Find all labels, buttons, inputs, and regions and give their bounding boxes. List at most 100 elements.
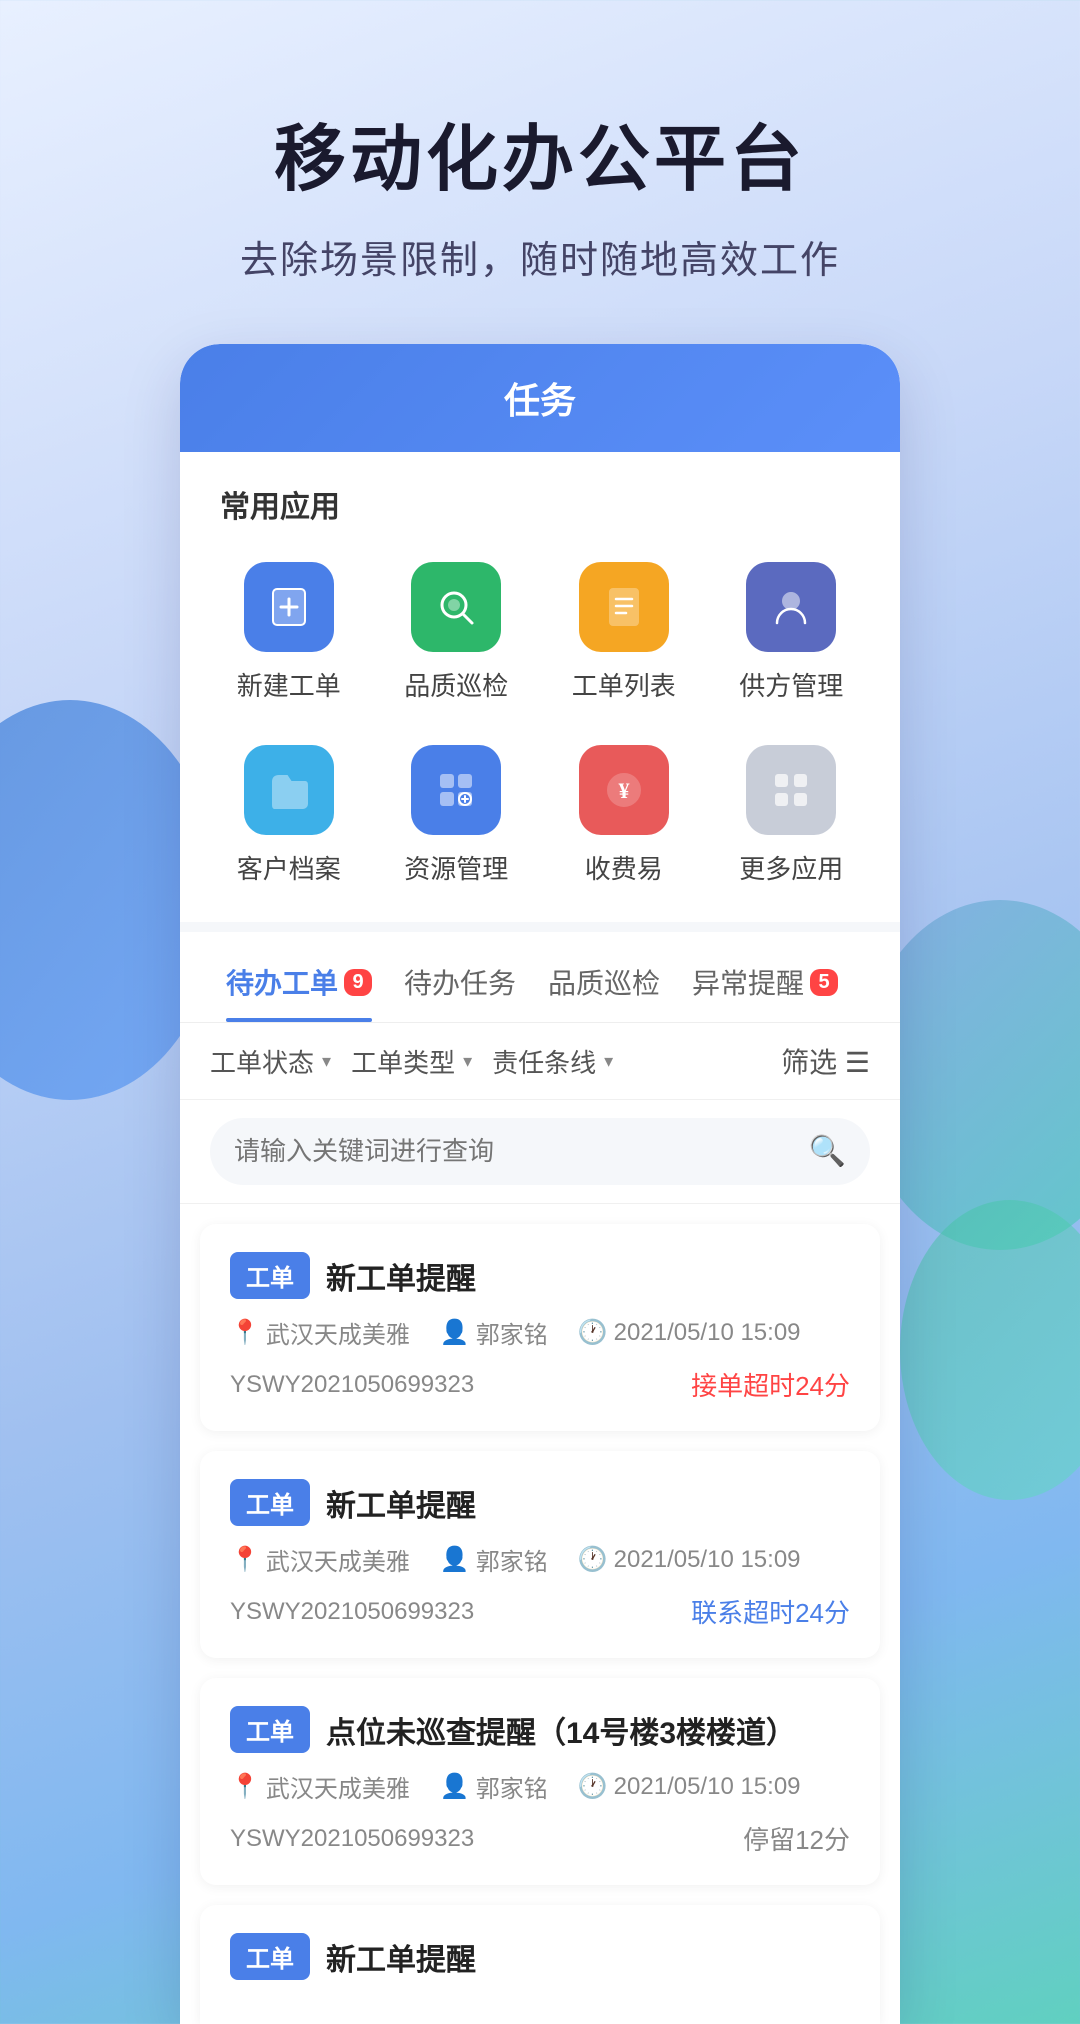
- app-label-resource-mgmt: 资源管理: [404, 849, 508, 886]
- sort-order-status[interactable]: 工单状态 ▾: [210, 1043, 331, 1080]
- order-footer-1: YSWY2021050699323 接单超时24分: [230, 1366, 850, 1403]
- order-type-badge-1: 工单: [230, 1252, 310, 1299]
- time-icon-2: 🕐: [578, 1545, 608, 1574]
- app-item-more-apps[interactable]: 更多应用: [713, 729, 871, 902]
- app-item-order-list[interactable]: 工单列表: [545, 546, 703, 719]
- time-icon-3: 🕐: [578, 1772, 608, 1801]
- order-person-2: 👤 郭家铭: [440, 1542, 548, 1577]
- app-icon-resource-mgmt: [411, 745, 501, 835]
- app-label-order-list: 工单列表: [572, 666, 676, 703]
- filter-label: 筛选: [781, 1047, 837, 1078]
- tab-pending-orders-badge: 9: [344, 969, 372, 996]
- order-type-badge-3: 工单: [230, 1706, 310, 1753]
- order-title-4: 新工单提醒: [326, 1935, 476, 1979]
- app-icon-supplier-mgmt: [746, 562, 836, 652]
- order-status-3: 停留12分: [743, 1820, 850, 1857]
- order-type-badge-4: 工单: [230, 1933, 310, 1980]
- order-meta-1: 📍 武汉天成美雅 👤 郭家铭 🕐 2021/05/10 15:09: [230, 1315, 850, 1350]
- app-item-resource-mgmt[interactable]: 资源管理: [378, 729, 536, 902]
- app-item-supplier-mgmt[interactable]: 供方管理: [713, 546, 871, 719]
- common-apps-title: 常用应用: [180, 452, 900, 546]
- person-icon-1: 👤: [440, 1318, 470, 1347]
- chevron-down-icon: ▾: [322, 1051, 331, 1072]
- tab-pending-tasks[interactable]: 待办任务: [388, 942, 532, 1022]
- order-location-2: 📍 武汉天成美雅: [230, 1542, 410, 1577]
- location-icon-1: 📍: [230, 1318, 260, 1347]
- order-time-3: 🕐 2021/05/10 15:09: [578, 1772, 801, 1801]
- search-bar: 🔍: [210, 1118, 870, 1185]
- tab-quality-patrol-label: 品质巡检: [548, 962, 660, 1002]
- filter-button[interactable]: 筛选 ☰: [781, 1041, 870, 1081]
- tab-pending-orders[interactable]: 待办工单 9: [210, 942, 388, 1022]
- svg-text:¥: ¥: [618, 778, 629, 803]
- order-card-2-header: 工单 新工单提醒: [230, 1479, 850, 1526]
- tab-pending-tasks-label: 待办任务: [404, 962, 516, 1002]
- time-icon-1: 🕐: [578, 1318, 608, 1347]
- app-item-quality-patrol[interactable]: 品质巡检: [378, 546, 536, 719]
- tab-pending-orders-label: 待办工单: [226, 962, 338, 1002]
- chevron-down-icon-2: ▾: [463, 1051, 472, 1072]
- app-icon-quality-patrol: [411, 562, 501, 652]
- order-card-2[interactable]: 工单 新工单提醒 📍 武汉天成美雅 👤 郭家铭 🕐 2021/05/10 15:…: [200, 1451, 880, 1658]
- order-number-2: YSWY2021050699323: [230, 1598, 474, 1626]
- app-item-customer-files[interactable]: 客户档案: [210, 729, 368, 902]
- location-icon-3: 📍: [230, 1772, 260, 1801]
- search-bar-wrap: 🔍: [180, 1100, 900, 1204]
- person-icon-3: 👤: [440, 1772, 470, 1801]
- app-label-new-order: 新建工单: [237, 666, 341, 703]
- hero-title: 移动化办公平台: [274, 100, 806, 205]
- order-person-3: 👤 郭家铭: [440, 1769, 548, 1804]
- app-icon-customer-files: [244, 745, 334, 835]
- order-number-1: YSWY2021050699323: [230, 1371, 474, 1399]
- order-card-1-header: 工单 新工单提醒: [230, 1252, 850, 1299]
- order-footer-2: YSWY2021050699323 联系超时24分: [230, 1593, 850, 1630]
- hero-subtitle: 去除场景限制，随时随地高效工作: [240, 229, 840, 284]
- sort-responsibility-label: 责任条线: [492, 1043, 596, 1080]
- app-label-customer-files: 客户档案: [237, 849, 341, 886]
- app-label-more-apps: 更多应用: [739, 849, 843, 886]
- order-time-1: 🕐 2021/05/10 15:09: [578, 1318, 801, 1347]
- app-item-fee-easy[interactable]: ¥ 收费易: [545, 729, 703, 902]
- app-grid: 新建工单 品质巡检: [180, 546, 900, 922]
- order-footer-3: YSWY2021050699323 停留12分: [230, 1820, 850, 1857]
- order-number-3: YSWY2021050699323: [230, 1825, 474, 1853]
- order-card-1[interactable]: 工单 新工单提醒 📍 武汉天成美雅 👤 郭家铭 🕐 2021/05/10 15:…: [200, 1224, 880, 1431]
- order-card-4-header: 工单 新工单提醒: [230, 1933, 850, 1980]
- tab-quality-patrol[interactable]: 品质巡检: [532, 942, 676, 1022]
- sort-responsibility[interactable]: 责任条线 ▾: [492, 1043, 613, 1080]
- search-input[interactable]: [234, 1136, 797, 1167]
- section-divider: [180, 922, 900, 932]
- app-icon-new-order: [244, 562, 334, 652]
- tab-anomaly-remind-badge: 5: [810, 969, 838, 996]
- order-title-1: 新工单提醒: [326, 1254, 476, 1298]
- sort-order-status-label: 工单状态: [210, 1043, 314, 1080]
- filter-tabs: 待办工单 9 待办任务 品质巡检 异常提醒 5: [180, 942, 900, 1023]
- app-label-quality-patrol: 品质巡检: [404, 666, 508, 703]
- chevron-down-icon-3: ▾: [604, 1051, 613, 1072]
- order-meta-3: 📍 武汉天成美雅 👤 郭家铭 🕐 2021/05/10 15:09: [230, 1769, 850, 1804]
- order-meta-2: 📍 武汉天成美雅 👤 郭家铭 🕐 2021/05/10 15:09: [230, 1542, 850, 1577]
- app-label-fee-easy: 收费易: [585, 849, 663, 886]
- order-card-3[interactable]: 工单 点位未巡查提醒（14号楼3楼楼道） 📍 武汉天成美雅 👤 郭家铭 🕐 20…: [200, 1678, 880, 1885]
- sort-order-type[interactable]: 工单类型 ▾: [351, 1043, 472, 1080]
- order-status-1: 接单超时24分: [691, 1366, 850, 1403]
- tab-header: 任务: [180, 344, 900, 452]
- tab-anomaly-remind-label: 异常提醒: [692, 962, 804, 1002]
- order-status-2: 联系超时24分: [691, 1593, 850, 1630]
- sort-order-type-label: 工单类型: [351, 1043, 455, 1080]
- order-card-3-header: 工单 点位未巡查提醒（14号楼3楼楼道）: [230, 1706, 850, 1753]
- order-person-1: 👤 郭家铭: [440, 1315, 548, 1350]
- app-item-new-order[interactable]: 新建工单: [210, 546, 368, 719]
- order-cards-section: 工单 新工单提醒 📍 武汉天成美雅 👤 郭家铭 🕐 2021/05/10 15:…: [180, 1204, 900, 2024]
- sort-bar: 工单状态 ▾ 工单类型 ▾ 责任条线 ▾ 筛选 ☰: [180, 1023, 900, 1100]
- order-card-4[interactable]: 工单 新工单提醒: [200, 1905, 880, 2024]
- order-title-3: 点位未巡查提醒（14号楼3楼楼道）: [326, 1708, 796, 1752]
- order-type-badge-2: 工单: [230, 1479, 310, 1526]
- tab-anomaly-remind[interactable]: 异常提醒 5: [676, 942, 854, 1022]
- person-icon-2: 👤: [440, 1545, 470, 1574]
- order-location-3: 📍 武汉天成美雅: [230, 1769, 410, 1804]
- location-icon-2: 📍: [230, 1545, 260, 1574]
- order-title-2: 新工单提醒: [326, 1481, 476, 1525]
- phone-card: 任务 常用应用 新建工单: [180, 344, 900, 2024]
- search-icon: 🔍: [809, 1134, 846, 1169]
